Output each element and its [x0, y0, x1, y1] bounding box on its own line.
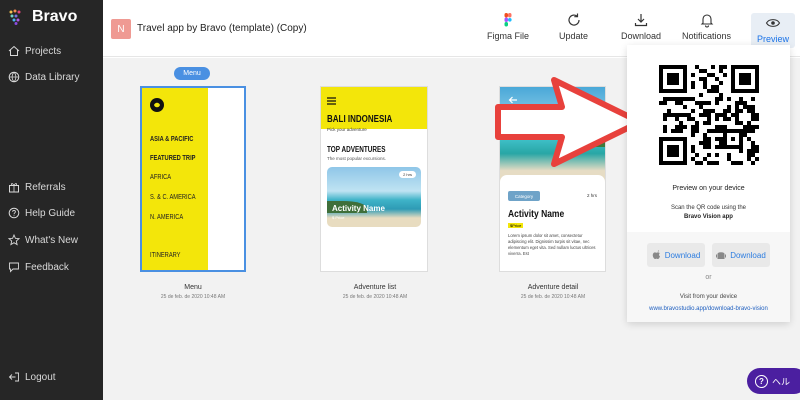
qr-code-icon [659, 65, 759, 165]
detail-panel: Category 2 hrs Activity Name $Price Lore… [500, 175, 605, 271]
apple-icon [652, 250, 660, 259]
globe-icon [8, 71, 20, 83]
category-chip: Category [508, 191, 540, 201]
android-icon [716, 252, 727, 259]
sidebar-item-label: Help Guide [25, 207, 76, 219]
download-icon [634, 14, 648, 27]
menu-item: S. & C. AMERICA [150, 194, 196, 201]
sidebar-item-label: Projects [25, 45, 62, 57]
activity-name: Activity Name [332, 204, 385, 213]
project-avatar: N [111, 19, 131, 39]
brand-name: Bravo [32, 8, 78, 25]
hamburger-icon [327, 97, 336, 105]
bravo-logo-icon [9, 9, 21, 25]
menu-item: FEATURED TRIP [150, 155, 196, 162]
preview-app-name: Bravo Vision app [684, 214, 733, 220]
sidebar-item-data-library[interactable]: Data Library [8, 71, 79, 83]
screen-thumbnail-adventure-list[interactable]: BALI INDONESIA Pick your adventure TOP A… [320, 86, 428, 272]
menu-item: ITINERARY [150, 252, 181, 259]
annotation-arrow-icon [495, 77, 643, 167]
screen-thumbnail-menu[interactable]: ASIA & PACIFIC FEATURED TRIP AFRICA S. &… [140, 86, 246, 272]
activity-card-image: 2 hrs Activity Name $ Price [327, 167, 421, 227]
activity-price: $Price [508, 223, 524, 228]
sidebar-item-projects[interactable]: Projects [8, 45, 61, 57]
update-button[interactable]: Update [559, 12, 588, 41]
screen-date: 25 de feb. de 2020 10:48 AM [342, 294, 408, 300]
sidebar-item-whats-new[interactable]: What's New [8, 234, 78, 246]
tool-label: Notifications [682, 31, 732, 41]
screen-date: 25 de feb. de 2020 10:48 AM [520, 294, 586, 300]
menu-item: ASIA & PACIFIC [150, 136, 194, 143]
screen-name: Adventure list [353, 284, 397, 291]
or-divider: or [705, 274, 712, 281]
menu-item: N. AMERICA [150, 214, 184, 221]
logout-icon [8, 372, 19, 382]
activity-title: Activity Name [508, 209, 565, 220]
star-icon [8, 234, 20, 246]
preview-popover: Preview on your device Scan the QR code … [627, 45, 790, 322]
help-label: ヘル [772, 376, 791, 387]
sidebar-item-label: Feedback [25, 261, 69, 273]
gift-icon [9, 183, 19, 193]
sidebar: Bravo Projects Data Library Referrals He… [0, 0, 103, 400]
tool-label: Download [621, 31, 662, 41]
download-ios-label: Download [664, 250, 701, 260]
download-android-label: Download [730, 250, 766, 260]
preview-title: Preview on your device [672, 185, 745, 192]
screen-name: Adventure detail [527, 284, 579, 291]
duration-chip: 2 hrs [399, 171, 416, 178]
figma-icon [504, 13, 512, 27]
bell-icon [700, 14, 713, 28]
preview-button[interactable]: Preview [751, 13, 796, 48]
sidebar-item-help-guide[interactable]: Help Guide [8, 207, 75, 219]
visit-text: Visit from your device [679, 294, 738, 300]
figma-file-button[interactable]: Figma File [487, 12, 529, 41]
download-link[interactable]: www.bravostudio.app/download-bravo-visio… [627, 306, 790, 312]
logout-label: Logout [25, 371, 56, 383]
screen-name: Menu [184, 284, 202, 291]
screen-date: 25 de feb. de 2020 10:48 AM [160, 294, 226, 300]
selected-screen-badge: Menu [174, 67, 210, 80]
help-circle-icon [8, 207, 20, 219]
app-window: Bravo Projects Data Library Referrals He… [0, 0, 800, 400]
sidebar-item-label: Referrals [25, 181, 66, 193]
help-chat-button[interactable]: ? ヘル [747, 368, 800, 394]
refresh-icon [567, 13, 580, 26]
question-icon: ? [755, 374, 768, 388]
screen-heading: BALI INDONESIA [327, 114, 393, 125]
screen-subheading: Pick your adventure [327, 127, 367, 132]
sidebar-item-label: What's New [25, 234, 79, 246]
sidebar-item-feedback[interactable]: Feedback [8, 261, 69, 273]
section-subtitle: The most popular excursions. [327, 156, 387, 161]
home-icon [8, 45, 20, 56]
download-android-button[interactable]: Download [712, 243, 770, 267]
activity-price: $ Price [332, 215, 345, 220]
tool-label: Figma File [487, 31, 530, 41]
sidebar-item-referrals[interactable]: Referrals [8, 181, 66, 193]
sidebar-item-label: Data Library [25, 71, 80, 83]
chat-icon [9, 262, 19, 273]
preview-instruction: Scan the QR code using the [670, 205, 747, 211]
tool-label: Update [559, 31, 589, 41]
download-ios-button[interactable]: Download [647, 243, 705, 267]
duration-label: 2 hrs [586, 193, 597, 198]
menu-item: AFRICA [150, 174, 172, 181]
eye-icon [765, 19, 781, 27]
activity-description: Lorem ipsum dolor sit amet, consectetur … [508, 233, 596, 257]
logo[interactable]: Bravo [8, 8, 77, 26]
project-title: Travel app by Bravo (template) (Copy) [137, 23, 307, 34]
section-title: TOP ADVENTURES [327, 145, 386, 154]
tool-label: Preview [757, 34, 790, 44]
logout-button[interactable]: Logout [8, 371, 56, 383]
notifications-button[interactable]: Notifications [682, 12, 731, 41]
download-button[interactable]: Download [621, 12, 661, 41]
logo-icon [150, 98, 164, 112]
